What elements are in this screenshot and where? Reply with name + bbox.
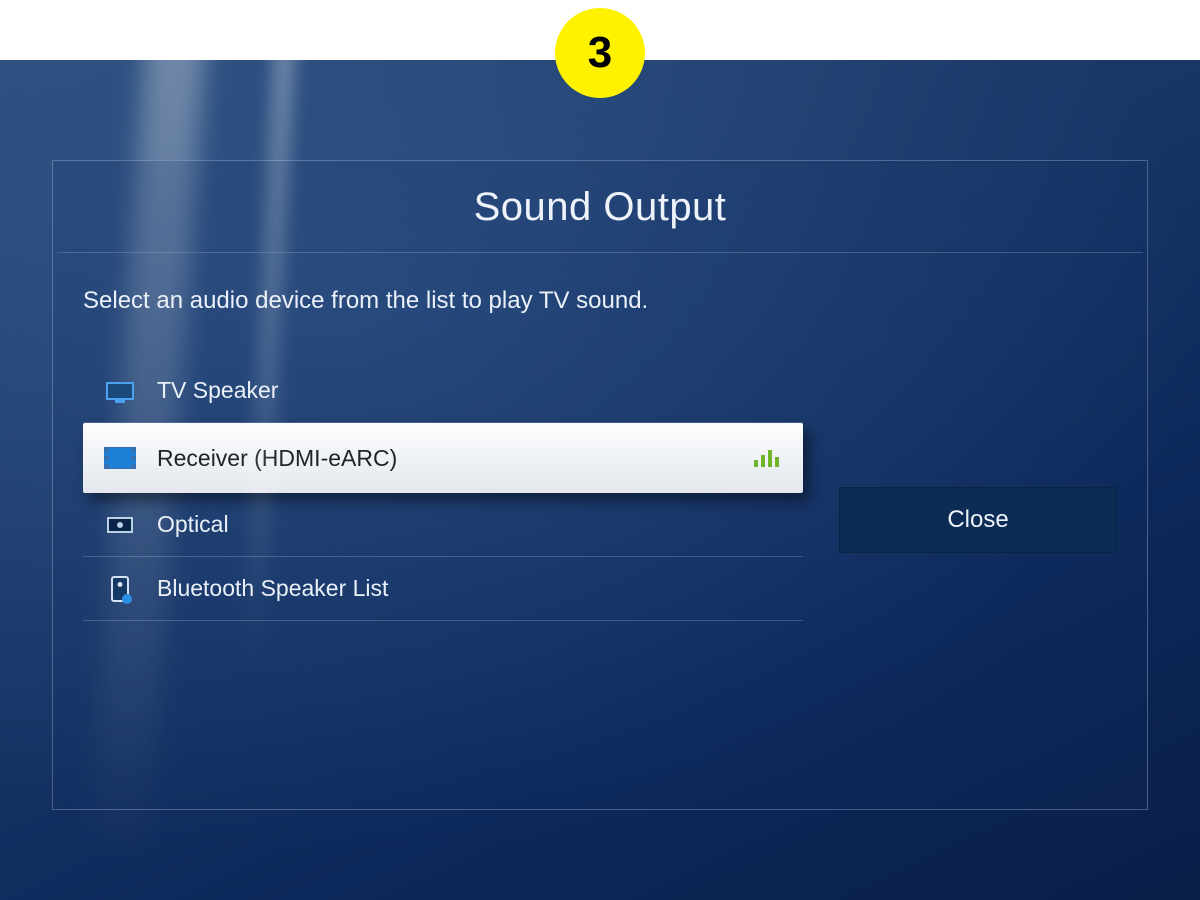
option-label: Optical xyxy=(157,511,779,538)
step-number: 3 xyxy=(588,28,612,78)
receiver-icon xyxy=(103,445,137,471)
panel-content: TV Speaker Receiver (HDMI-eARC) Optical … xyxy=(53,359,1147,621)
option-label: Bluetooth Speaker List xyxy=(157,575,779,602)
tv-screen: Sound Output Select an audio device from… xyxy=(0,60,1200,900)
option-receiver-hdmi-earc[interactable]: Receiver (HDMI-eARC) xyxy=(83,423,803,493)
sound-output-panel: Sound Output Select an audio device from… xyxy=(52,160,1148,810)
audio-activity-icon xyxy=(754,449,779,467)
close-button[interactable]: Close xyxy=(839,487,1117,553)
bluetooth-speaker-icon xyxy=(103,576,137,602)
tv-speaker-icon xyxy=(103,378,137,404)
output-options-list: TV Speaker Receiver (HDMI-eARC) Optical … xyxy=(83,359,803,621)
panel-title: Sound Output xyxy=(57,185,1143,253)
close-button-label: Close xyxy=(947,506,1008,534)
option-label: TV Speaker xyxy=(157,377,779,404)
panel-instruction: Select an audio device from the list to … xyxy=(53,253,1147,359)
option-optical[interactable]: Optical xyxy=(83,493,803,557)
side-actions: Close xyxy=(839,359,1117,621)
option-tv-speaker[interactable]: TV Speaker xyxy=(83,359,803,423)
option-label: Receiver (HDMI-eARC) xyxy=(157,445,734,472)
option-bluetooth-speaker-list[interactable]: Bluetooth Speaker List xyxy=(83,557,803,621)
step-number-badge: 3 xyxy=(555,8,645,98)
optical-icon xyxy=(103,512,137,538)
